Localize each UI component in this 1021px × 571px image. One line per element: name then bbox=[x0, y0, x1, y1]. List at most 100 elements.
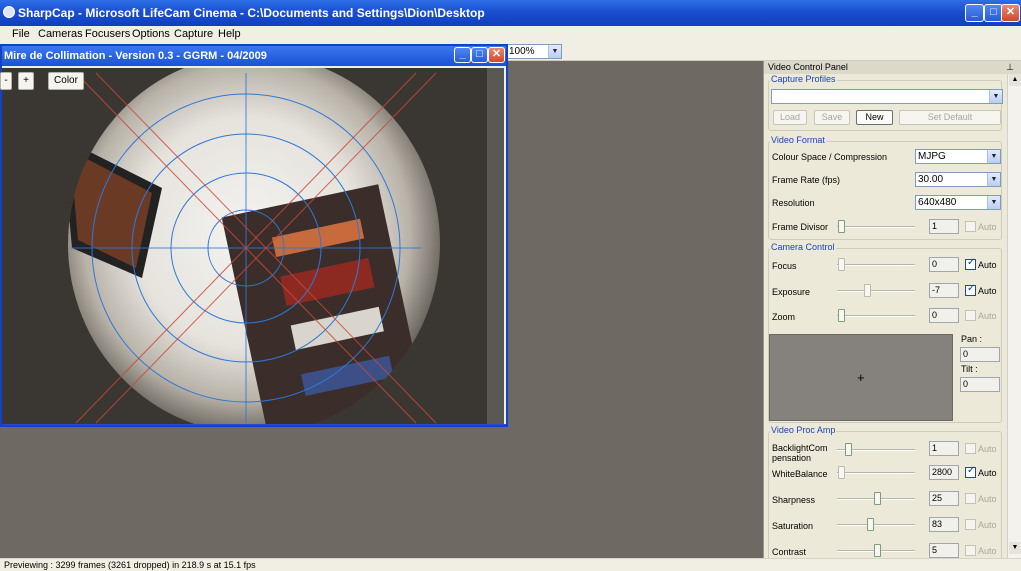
whitebalance-label: WhiteBalance bbox=[772, 469, 828, 479]
close-button[interactable]: ✕ bbox=[1001, 4, 1020, 22]
profile-combo[interactable]: ▼ bbox=[771, 89, 1003, 104]
menu-bar: File Cameras Focusers Options Capture He… bbox=[0, 26, 1021, 43]
frame-divisor-track[interactable] bbox=[837, 226, 915, 228]
whitebalance-auto-checkbox[interactable] bbox=[965, 465, 976, 478]
chevron-down-icon[interactable]: ▼ bbox=[548, 45, 561, 58]
colour-space-select[interactable]: MJPG ▼ bbox=[915, 149, 1001, 164]
collimation-title: Mire de Collimation - Version 0.3 - GGRM… bbox=[4, 50, 267, 62]
tilt-label: Tilt : bbox=[961, 364, 978, 374]
zoom-out-button[interactable]: - bbox=[0, 72, 12, 90]
backlight-slider[interactable] bbox=[845, 443, 852, 456]
focus-value[interactable]: 0 bbox=[929, 257, 959, 272]
menu-help[interactable]: Help bbox=[218, 28, 241, 40]
sharpness-slider[interactable] bbox=[874, 492, 881, 505]
panel-title: Video Control Panel bbox=[768, 62, 848, 72]
resolution-value: 640x480 bbox=[918, 197, 957, 208]
backlight-auto-label: Auto bbox=[978, 444, 997, 454]
exposure-value[interactable]: -7 bbox=[929, 283, 959, 298]
resolution-label: Resolution bbox=[772, 198, 815, 208]
chevron-down-icon[interactable]: ▼ bbox=[989, 90, 1002, 103]
frame-divisor-label: Frame Divisor bbox=[772, 222, 829, 232]
new-button[interactable]: New bbox=[856, 110, 893, 125]
focus-slider[interactable] bbox=[838, 258, 845, 271]
video-proc-amp-title: Video Proc Amp bbox=[770, 425, 837, 435]
backlight-auto-checkbox[interactable] bbox=[965, 443, 976, 454]
capture-profiles-title: Capture Profiles bbox=[770, 74, 837, 84]
pan-value[interactable]: 0 bbox=[960, 347, 1000, 362]
contrast-slider[interactable] bbox=[874, 544, 881, 557]
contrast-value[interactable]: 5 bbox=[929, 543, 959, 558]
exposure-slider[interactable] bbox=[864, 284, 871, 297]
collimation-body: - + Color bbox=[0, 66, 506, 424]
saturation-auto-checkbox[interactable] bbox=[965, 519, 976, 530]
app-icon bbox=[3, 6, 15, 18]
colour-space-value: MJPG bbox=[918, 151, 946, 162]
resolution-select[interactable]: 640x480 ▼ bbox=[915, 195, 1001, 210]
sharpness-auto-checkbox[interactable] bbox=[965, 493, 976, 504]
zoom-slider[interactable] bbox=[838, 309, 845, 322]
video-control-panel: Video Control Panel ⊥ Capture Profiles ▼… bbox=[763, 61, 1021, 561]
app-title-bar[interactable]: SharpCap - Microsoft LifeCam Cinema - C:… bbox=[0, 0, 1021, 26]
pin-icon[interactable]: ⊥ bbox=[1006, 61, 1014, 74]
zoom-label: Zoom bbox=[772, 312, 796, 322]
menu-cameras[interactable]: Cameras bbox=[38, 28, 83, 40]
menu-capture[interactable]: Capture bbox=[174, 28, 213, 40]
backlight-value[interactable]: 1 bbox=[929, 441, 959, 456]
saturation-slider[interactable] bbox=[867, 518, 874, 531]
frame-divisor-slider[interactable] bbox=[838, 220, 845, 233]
whitebalance-track[interactable] bbox=[837, 472, 915, 474]
zoom-in-button[interactable]: + bbox=[18, 72, 34, 90]
zoom-combo[interactable]: 100% ▼ bbox=[506, 44, 562, 59]
menu-focusers[interactable]: Focusers bbox=[85, 28, 130, 40]
collimation-maximize-button[interactable]: □ bbox=[471, 47, 488, 63]
saturation-value[interactable]: 83 bbox=[929, 517, 959, 532]
color-button[interactable]: Color bbox=[48, 72, 84, 90]
chevron-down-icon[interactable]: ▼ bbox=[987, 196, 1000, 209]
camera-control-title: Camera Control bbox=[770, 242, 836, 252]
camera-preview[interactable] bbox=[2, 68, 504, 424]
minimize-button[interactable]: _ bbox=[965, 4, 984, 22]
whitebalance-auto-label: Auto bbox=[978, 468, 997, 478]
scroll-up-icon[interactable]: ▲ bbox=[1009, 74, 1021, 86]
scroll-down-icon[interactable]: ▼ bbox=[1009, 542, 1021, 554]
pan-tilt-pad[interactable]: + bbox=[769, 334, 953, 421]
zoom-value[interactable]: 0 bbox=[929, 308, 959, 323]
frame-divisor-value[interactable]: 1 bbox=[929, 219, 959, 234]
contrast-auto-checkbox[interactable] bbox=[965, 545, 976, 556]
menu-options[interactable]: Options bbox=[132, 28, 170, 40]
zoom-auto-checkbox[interactable] bbox=[965, 310, 976, 321]
focus-track[interactable] bbox=[837, 264, 915, 266]
tilt-value[interactable]: 0 bbox=[960, 377, 1000, 392]
collimation-title-bar[interactable]: Mire de Collimation - Version 0.3 - GGRM… bbox=[2, 46, 506, 66]
pan-label: Pan : bbox=[961, 334, 983, 344]
frame-rate-value: 30.00 bbox=[918, 174, 944, 185]
saturation-track[interactable] bbox=[837, 524, 915, 526]
exposure-label: Exposure bbox=[772, 287, 811, 297]
focus-auto-label: Auto bbox=[978, 260, 997, 270]
preview-edge bbox=[487, 68, 504, 424]
panel-header: Video Control Panel ⊥ bbox=[764, 61, 1021, 74]
set-default-button[interactable]: Set Default bbox=[899, 110, 1001, 125]
colour-space-label: Colour Space / Compression bbox=[772, 152, 888, 162]
panel-scrollbar[interactable]: ▲ ▼ bbox=[1007, 74, 1021, 558]
backlight-label-line2: pensation bbox=[772, 453, 812, 463]
zoom-track[interactable] bbox=[837, 315, 915, 317]
sharpness-value[interactable]: 25 bbox=[929, 491, 959, 506]
menu-file[interactable]: File bbox=[12, 28, 30, 40]
whitebalance-value[interactable]: 2800 bbox=[929, 465, 959, 480]
collimation-minimize-button[interactable]: _ bbox=[454, 47, 471, 63]
frame-divisor-auto-checkbox[interactable] bbox=[965, 221, 976, 232]
chevron-down-icon[interactable]: ▼ bbox=[987, 150, 1000, 163]
exposure-track[interactable] bbox=[837, 290, 915, 292]
app-title: SharpCap - Microsoft LifeCam Cinema - C:… bbox=[18, 6, 485, 20]
focus-auto-checkbox[interactable] bbox=[965, 257, 976, 270]
sharpness-label: Sharpness bbox=[772, 495, 816, 505]
status-text: Previewing : 3299 frames (3261 dropped) … bbox=[4, 560, 256, 570]
load-button[interactable]: Load bbox=[773, 110, 807, 125]
frame-rate-select[interactable]: 30.00 ▼ bbox=[915, 172, 1001, 187]
exposure-auto-checkbox[interactable] bbox=[965, 283, 976, 296]
chevron-down-icon[interactable]: ▼ bbox=[987, 173, 1000, 186]
collimation-close-button[interactable]: ✕ bbox=[488, 47, 505, 63]
whitebalance-slider[interactable] bbox=[838, 466, 845, 479]
save-button[interactable]: Save bbox=[814, 110, 850, 125]
